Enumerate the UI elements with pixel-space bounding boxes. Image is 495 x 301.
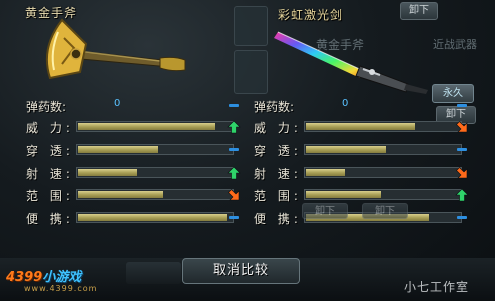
right-ammo-label: 弹药数: [254, 100, 295, 114]
left-stat-bar [76, 167, 234, 178]
arrow-up-icon [227, 165, 241, 180]
equal-icon [455, 142, 469, 156]
arrow-down-icon [455, 165, 469, 179]
left-stat-bar-fill [78, 214, 228, 221]
unload-button-b[interactable]: 卸下 [362, 203, 408, 219]
weapon-slot-thumb [234, 6, 268, 46]
studio-watermark: 小七工作室 [404, 280, 470, 294]
right-ammo-equal-icon [455, 98, 469, 112]
right-stat-bar-fill [306, 169, 345, 176]
left-stat-row: 射 速: [26, 165, 266, 181]
right-stat-bar-fill [306, 146, 387, 153]
logo-url: www.4399.com [24, 284, 98, 293]
right-ammo-value: 0 [342, 98, 349, 109]
unload-button-a[interactable]: 卸下 [302, 203, 348, 219]
left-stat-row: 穿 透: [26, 142, 266, 158]
rainbow-laser-sword-icon [274, 31, 428, 94]
site-logo: 4399小游戏 www.4399.com [4, 266, 108, 298]
equal-icon [227, 210, 241, 224]
left-stat-label: 威 力: [26, 121, 74, 135]
left-ammo-label: 弹药数: [26, 100, 67, 114]
right-stat-label: 穿 透: [254, 144, 302, 158]
arrow-down-icon [227, 187, 241, 201]
left-stat-bar-fill [78, 169, 137, 176]
equal-icon [227, 142, 241, 156]
background-weapon-type: 近战武器 [433, 38, 477, 51]
left-stat-row: 威 力: [26, 119, 266, 135]
left-stat-bar [76, 121, 234, 132]
unload-button-top[interactable]: 卸下 [400, 2, 438, 20]
left-stat-label: 便 携: [26, 212, 74, 226]
right-weapon-panel: 彩虹激光剑 卸下 黄金手斧 近战武器 卸下 [234, 0, 495, 124]
right-stat-bar-fill [306, 123, 416, 130]
right-stat-bar [304, 189, 462, 200]
right-stat-row: 穿 透: [254, 142, 494, 158]
logo-text: 4399小游戏 [6, 266, 81, 285]
left-stat-bar-fill [78, 191, 163, 198]
weapon-slot-thumb [234, 50, 268, 94]
left-ammo-row: 弹药数: 0 [26, 98, 246, 114]
background-tab [126, 262, 181, 284]
right-stat-label: 便 携: [254, 212, 302, 226]
right-stat-row: 范 围: [254, 187, 494, 203]
left-weapon-panel: 黄金手斧 [0, 0, 230, 95]
arrow-down-icon [455, 119, 469, 133]
right-stat-bar [304, 121, 462, 132]
left-stat-label: 射 速: [26, 167, 74, 181]
right-stat-label: 射 速: [254, 167, 302, 181]
left-stat-bar [76, 212, 234, 223]
right-stat-row: 威 力: [254, 119, 494, 135]
arrow-up-icon [227, 119, 241, 134]
right-stat-bar-fill [306, 191, 382, 198]
left-stat-bar [76, 189, 234, 200]
right-stat-bar [304, 144, 462, 155]
left-ammo-value: 0 [114, 98, 121, 109]
right-stat-row: 射 速: [254, 165, 494, 181]
cancel-compare-button[interactable]: 取消比较 [182, 258, 300, 284]
background-weapon-name: 黄金手斧 [316, 38, 365, 52]
left-ammo-equal-icon [227, 98, 241, 112]
left-stat-bar [76, 144, 234, 155]
arrow-up-icon [455, 187, 469, 202]
left-stat-row: 范 围: [26, 187, 266, 203]
right-stat-label: 威 力: [254, 121, 302, 135]
right-ammo-row: 弹药数: 0 [254, 98, 474, 114]
logo-word: 小游戏 [42, 270, 82, 285]
left-stat-bar-fill [78, 146, 159, 153]
left-stat-bar-fill [78, 123, 216, 130]
left-stat-row: 便 携: [26, 210, 266, 226]
golden-axe-icon [45, 18, 186, 80]
left-stat-label: 穿 透: [26, 144, 74, 158]
left-stat-label: 范 围: [26, 189, 74, 203]
right-stat-bar [304, 167, 462, 178]
equal-icon [455, 210, 469, 224]
logo-number: 4399 [6, 270, 43, 285]
right-stat-label: 范 围: [254, 189, 302, 203]
